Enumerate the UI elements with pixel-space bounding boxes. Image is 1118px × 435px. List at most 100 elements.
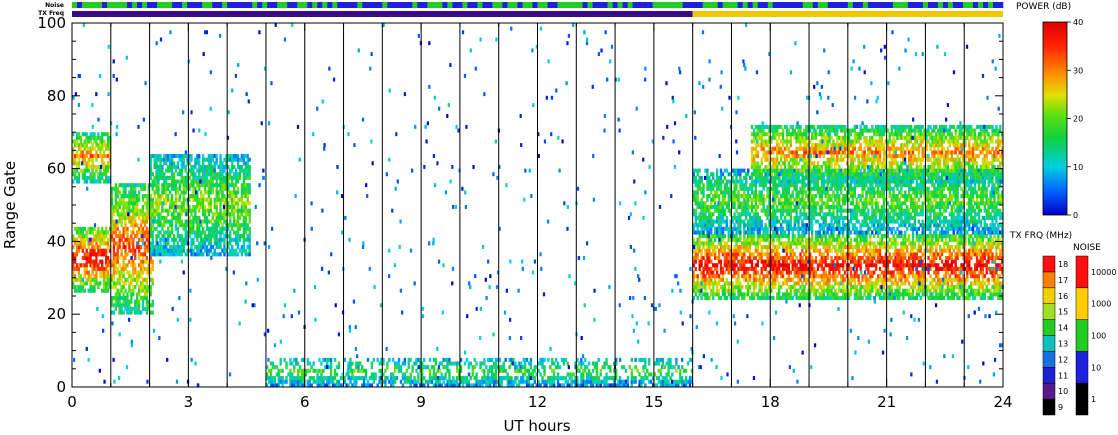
- echo-cell: [246, 223, 249, 228]
- echo-cell: [137, 299, 141, 304]
- echo-cell: [737, 274, 740, 279]
- echo-cell: [830, 241, 833, 246]
- echo-cell: [597, 376, 600, 381]
- echo-cell: [141, 208, 145, 213]
- echo-cell: [423, 376, 426, 381]
- echo-cell: [215, 226, 218, 231]
- echo-cell: [849, 288, 853, 293]
- echo-cell: [411, 368, 414, 373]
- noise-strip-cell: [227, 2, 233, 8]
- echo-cell: [927, 270, 930, 275]
- echo-cell: [316, 372, 319, 377]
- echo-cell: [859, 263, 862, 268]
- echo-cell: [673, 365, 676, 370]
- echo-cell: [915, 296, 919, 301]
- noise-strip-cell: [367, 2, 373, 8]
- echo-cell: [93, 248, 96, 253]
- echo-cell: [240, 197, 244, 202]
- echo-cell: [712, 285, 715, 290]
- echo-cell: [867, 266, 870, 271]
- echo-cell: [446, 365, 449, 370]
- echo-cell: [861, 296, 864, 301]
- echo-cell: [795, 245, 798, 250]
- echo-cell: [473, 357, 476, 362]
- echo-cell: [937, 241, 940, 246]
- noise-strip-cell: [902, 2, 909, 8]
- echo-cell: [269, 372, 273, 377]
- echo-cell: [599, 372, 602, 377]
- echo-cell: [91, 241, 94, 246]
- echo-cell: [194, 186, 197, 191]
- echo-cell: [748, 248, 752, 253]
- echo-cell: [686, 361, 690, 366]
- echo-cell: [209, 161, 213, 166]
- echo-cell: [840, 237, 843, 242]
- noise-strip-cell: [202, 2, 208, 8]
- echo-cell: [810, 281, 814, 286]
- echo-cell: [714, 277, 717, 282]
- echo-cell: [242, 157, 246, 162]
- echo-cell: [675, 361, 678, 366]
- echo-cell: [229, 241, 232, 246]
- echo-cell: [114, 183, 118, 188]
- noise-strip: [72, 2, 1004, 8]
- echo-cell: [364, 372, 368, 377]
- echo-cell: [153, 215, 156, 220]
- echo-cell: [712, 270, 715, 275]
- echo-cell: [116, 223, 119, 228]
- echo-cell: [275, 365, 278, 370]
- noise-strip-cell: [132, 2, 138, 8]
- echo-cell: [223, 245, 226, 250]
- echo-cell: [857, 245, 860, 250]
- echo-cell: [215, 201, 218, 206]
- echo-cell: [201, 201, 205, 206]
- echo-cell: [698, 245, 701, 250]
- echo-cell: [198, 208, 201, 213]
- echo-cell: [733, 259, 736, 264]
- echo-cell: [935, 245, 938, 250]
- echo-cell: [236, 154, 240, 159]
- echo-cell: [231, 245, 234, 250]
- echo-cell: [787, 263, 791, 268]
- noise-strip-cell: [232, 2, 238, 8]
- echo-cell: [566, 379, 569, 384]
- echo-cell: [675, 357, 678, 362]
- echo-cell: [739, 281, 742, 286]
- echo-cell: [219, 164, 222, 169]
- echo-cell: [157, 190, 160, 195]
- echo-cell: [161, 164, 164, 169]
- echo-cell: [219, 154, 222, 159]
- echo-cell: [151, 230, 154, 235]
- echo-cell: [293, 368, 296, 373]
- noise-strip-cell: [262, 2, 268, 8]
- echo-cell: [184, 168, 187, 173]
- echo-cell: [182, 157, 185, 162]
- echo-cell: [533, 379, 536, 384]
- echo-cell: [231, 161, 234, 166]
- echo-cell: [101, 157, 104, 162]
- echo-cell: [785, 281, 789, 286]
- echo-cell: [805, 281, 808, 286]
- noise-strip-cell: [982, 2, 989, 8]
- echo-cell: [393, 368, 397, 373]
- echo-cell: [634, 365, 637, 370]
- echo-cell: [318, 357, 321, 362]
- echo-cell: [122, 310, 125, 315]
- noise-strip-cell: [497, 2, 503, 8]
- noise-strip-cell: [997, 2, 1004, 8]
- echo-cell: [232, 197, 236, 202]
- echo-cell: [898, 296, 901, 301]
- echo-cell: [597, 357, 600, 362]
- echo-cell: [865, 234, 868, 239]
- echo-cell: [700, 259, 703, 264]
- echo-cell: [83, 226, 86, 231]
- echo-cell: [878, 292, 882, 297]
- txfreq-strip-segment: [72, 11, 693, 17]
- echo-cell: [77, 172, 81, 177]
- noise-strip-cell: [587, 2, 593, 8]
- noise-strip-cell: [917, 2, 924, 8]
- echo-cell: [159, 197, 162, 202]
- echo-cell: [77, 161, 81, 166]
- echo-cell: [878, 248, 882, 253]
- echo-cell: [91, 161, 94, 166]
